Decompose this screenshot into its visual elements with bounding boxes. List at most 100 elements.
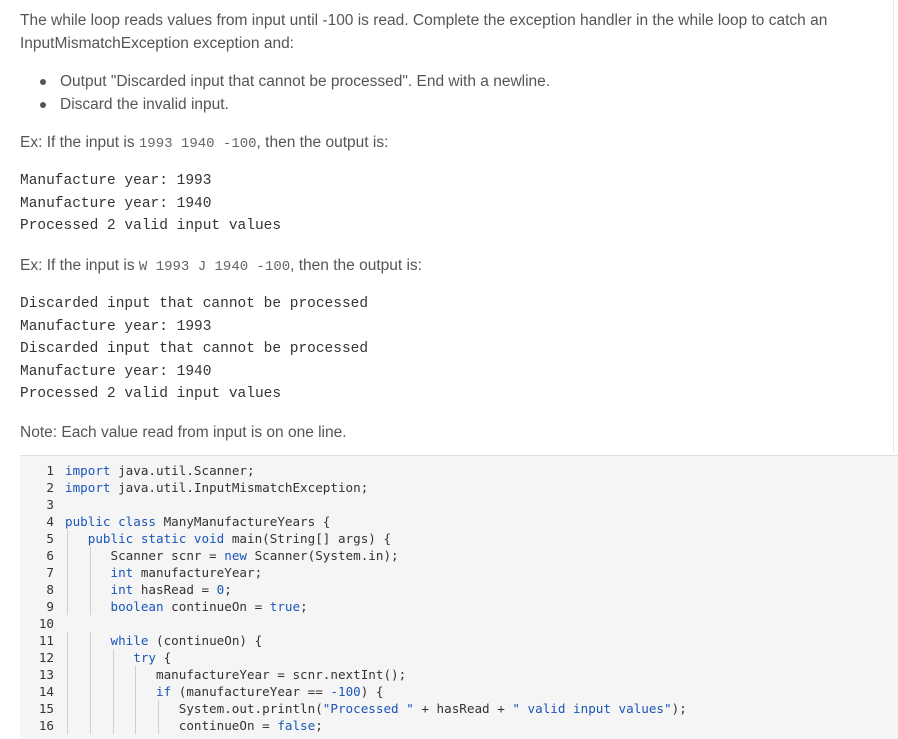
- line-number: 5: [46, 531, 54, 546]
- code-token: public static void: [87, 531, 225, 546]
- code-token: int: [110, 582, 134, 597]
- line-number: 16: [38, 718, 54, 733]
- indent-guide: [112, 700, 114, 717]
- line-number: 12: [38, 650, 54, 665]
- code-token: true: [269, 599, 301, 614]
- indent-guide: [67, 666, 68, 683]
- indent-guide: [89, 666, 91, 683]
- code-token: public class: [65, 514, 156, 529]
- code-token: import: [65, 463, 111, 478]
- code-token: continueOn =: [163, 599, 270, 614]
- code-line[interactable]: 5 public static void main(String[] args)…: [20, 530, 898, 547]
- code-editor[interactable]: 1 import java.util.Scanner; 2 import java.u…: [20, 455, 898, 739]
- indent-guide: [89, 564, 91, 581]
- code-token: "Processed ": [322, 701, 414, 716]
- code-token: Scanner(System.in);: [246, 548, 399, 563]
- code-line[interactable]: 8 int hasRead = 0;: [20, 581, 898, 598]
- line-number: 13: [38, 667, 54, 682]
- indent-guide: [67, 632, 68, 649]
- code-token: ) {: [360, 684, 384, 699]
- example-1-output: Manufacture year: 1993 Manufacture year:…: [20, 173, 282, 234]
- requirement-item: Discard the invalid input.: [38, 93, 550, 116]
- code-token: false: [277, 718, 316, 733]
- code-line[interactable]: 16 continueOn = false;: [20, 717, 898, 734]
- code-line[interactable]: 1 import java.util.Scanner;: [20, 462, 898, 479]
- code-token: java.util.InputMismatchException;: [110, 480, 369, 495]
- indent-guide: [135, 700, 137, 717]
- line-number: 3: [46, 497, 54, 512]
- indent-guide: [112, 683, 114, 700]
- indent-guide: [135, 666, 137, 683]
- code-token: (manufactureYear ==: [171, 684, 331, 699]
- code-line[interactable]: 14 if (manufactureYear == -100) {: [20, 683, 898, 700]
- code-token: " valid input values": [512, 701, 672, 716]
- line-number: 11: [38, 633, 54, 648]
- indent-guide: [112, 717, 114, 734]
- line-number: 8: [46, 582, 54, 597]
- code-line[interactable]: 7 int manufactureYear;: [20, 564, 898, 581]
- example-2-prefix: Ex: If the input is: [20, 257, 139, 274]
- code-token: try: [133, 650, 156, 665]
- indent-guide: [67, 683, 68, 700]
- line-number: 10: [38, 616, 54, 631]
- code-line[interactable]: 6 Scanner scnr = new Scanner(System.in);: [20, 547, 898, 564]
- code-line[interactable]: 10: [20, 615, 898, 632]
- indent-guide: [67, 530, 68, 547]
- note-text: Note: Each value read from input is on o…: [20, 424, 347, 441]
- indent-guide: [89, 598, 91, 615]
- code-line[interactable]: 13 manufactureYear = scnr.nextInt();: [20, 666, 898, 683]
- code-token: ;: [315, 718, 323, 733]
- indent-guide: [89, 581, 91, 598]
- code-token: manufactureYear;: [133, 565, 263, 580]
- indent-guide: [67, 649, 68, 666]
- line-number: 4: [46, 514, 54, 529]
- example-1-prefix: Ex: If the input is: [20, 134, 139, 151]
- code-token: continueOn =: [65, 718, 278, 733]
- line-number: 14: [38, 684, 54, 699]
- code-line[interactable]: 15 System.out.println("Processed " + has…: [20, 700, 898, 717]
- code-line[interactable]: 9 boolean continueOn = true;: [20, 598, 898, 615]
- code-token: if: [156, 684, 172, 699]
- example-2-caption: Ex: If the input is W 1993 J 1940 -100, …: [20, 255, 422, 278]
- code-line[interactable]: 11 while (continueOn) {: [20, 632, 898, 649]
- line-number: 9: [46, 599, 54, 614]
- code-token: while: [110, 633, 149, 648]
- code-line[interactable]: 2 import java.util.InputMismatchException…: [20, 479, 898, 496]
- code-line[interactable]: 3: [20, 496, 898, 513]
- code-token: );: [671, 701, 687, 716]
- code-token: hasRead =: [133, 582, 217, 597]
- intro-line-2: InputMismatchException exception and:: [20, 35, 294, 52]
- indent-guide: [67, 717, 68, 734]
- indent-guide: [89, 717, 91, 734]
- line-number: 15: [38, 701, 54, 716]
- code-line[interactable]: 12 try {: [20, 649, 898, 666]
- code-token: int: [110, 565, 134, 580]
- indent-guide: [158, 717, 160, 734]
- indent-guide: [67, 700, 68, 717]
- indent-guide: [67, 581, 68, 598]
- code-line[interactable]: 4 public class ManyManufactureYears {: [20, 513, 898, 530]
- line-number: 7: [46, 565, 54, 580]
- indent-guide: [89, 547, 91, 564]
- example-2-output: Discarded input that cannot be processed…: [20, 296, 369, 402]
- example-2-input: W 1993 J 1940 -100: [138, 259, 291, 275]
- line-number: 1: [46, 463, 54, 478]
- intro-line-1: The while loop reads values from input u…: [20, 12, 828, 29]
- line-number: 2: [46, 480, 54, 495]
- indent-guide: [135, 683, 137, 700]
- indent-guide: [67, 564, 68, 581]
- example-1-input: 1993 1940 -100: [138, 136, 257, 152]
- code-token: ;: [300, 599, 308, 614]
- code-token: main(String[] args) {: [224, 531, 392, 546]
- requirement-item: Output "Discarded input that cannot be p…: [38, 70, 550, 93]
- indent-guide: [67, 547, 68, 564]
- code-token: -100: [330, 684, 361, 699]
- indent-guide: [89, 700, 91, 717]
- requirements-list: Output "Discarded input that cannot be p…: [38, 70, 550, 116]
